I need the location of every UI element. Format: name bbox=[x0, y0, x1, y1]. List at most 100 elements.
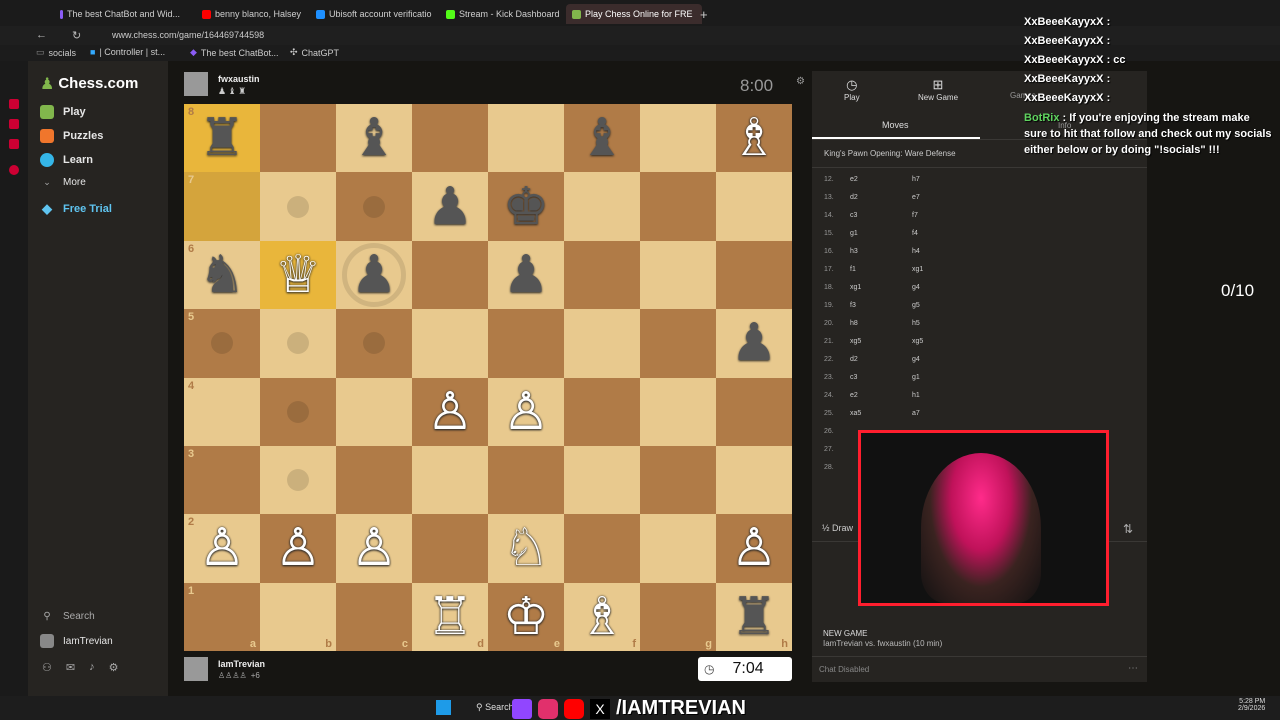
board-square[interactable]: 3 bbox=[184, 445, 260, 515]
browser-tab[interactable]: The best ChatBot and Wid... bbox=[54, 4, 186, 24]
white-move[interactable]: f1 bbox=[850, 266, 912, 273]
messages-icon[interactable]: ✉ bbox=[66, 661, 75, 674]
white-move[interactable]: f3 bbox=[850, 302, 912, 309]
sidebar-app-icon[interactable] bbox=[9, 139, 19, 149]
white-piece[interactable]: ♔ bbox=[503, 591, 550, 643]
board-square[interactable] bbox=[260, 377, 336, 446]
sidebar-app-icon[interactable] bbox=[9, 99, 19, 109]
black-move[interactable]: g4 bbox=[912, 356, 974, 363]
board-square[interactable]: e ♔ bbox=[488, 582, 564, 651]
white-piece[interactable]: ♙ bbox=[275, 522, 322, 574]
board-square[interactable] bbox=[564, 309, 640, 378]
board-square[interactable]: b bbox=[260, 582, 336, 651]
white-piece[interactable]: ♙ bbox=[503, 386, 550, 438]
sidebar-item-puzzles[interactable]: Puzzles bbox=[40, 129, 103, 143]
board-square[interactable] bbox=[640, 445, 716, 515]
white-move[interactable]: h3 bbox=[850, 248, 912, 255]
opening-name[interactable]: King's Pawn Opening: Ware Defense bbox=[824, 149, 956, 158]
board-square[interactable] bbox=[412, 514, 488, 583]
black-move[interactable]: g5 bbox=[912, 302, 974, 309]
player-name[interactable]: IamTrevian bbox=[218, 659, 265, 669]
white-piece[interactable]: ♙ bbox=[731, 522, 778, 574]
chess-board[interactable]: 8 ♜ ♝ ♝ ♗ 7 ♟ ♚ 6 ♞ ♕ ♟ ♟ 5 ♟ 4 ♙ ♙ 3 2 ♙ ♙ ♙ ♘ ♙ 1 a b c d ♖ e ♔ f ♗ g h ♜ bbox=[184, 104, 792, 651]
board-square[interactable] bbox=[412, 104, 488, 173]
board-square[interactable]: ♟ bbox=[716, 309, 792, 378]
board-square[interactable]: ♟ bbox=[336, 240, 412, 310]
board-square[interactable]: 7 bbox=[184, 172, 260, 241]
board-square[interactable] bbox=[640, 104, 716, 173]
board-square[interactable]: 5 bbox=[184, 309, 260, 378]
board-square[interactable]: 1a bbox=[184, 582, 260, 651]
board-square[interactable] bbox=[412, 445, 488, 515]
board-square[interactable]: ♙ bbox=[412, 377, 488, 446]
tab-new-game[interactable]: ⊞ New Game bbox=[918, 77, 958, 102]
board-square[interactable] bbox=[488, 445, 564, 515]
black-piece[interactable]: ♚ bbox=[503, 181, 550, 233]
reload-icon[interactable]: ↻ bbox=[72, 29, 81, 42]
tab-play[interactable]: ◷ Play bbox=[844, 77, 860, 102]
black-piece[interactable]: ♟ bbox=[427, 181, 474, 233]
board-square[interactable]: 8 ♜ bbox=[184, 104, 260, 173]
white-move[interactable]: c3 bbox=[850, 374, 912, 381]
white-piece[interactable]: ♕ bbox=[275, 249, 322, 301]
bookmark[interactable]: ◆ The best ChatBot... bbox=[190, 47, 278, 58]
board-square[interactable] bbox=[336, 309, 412, 378]
flip-board-icon[interactable]: ⇅ bbox=[1123, 522, 1133, 536]
sidebar-item-learn[interactable]: Learn bbox=[40, 153, 93, 167]
board-square[interactable] bbox=[640, 309, 716, 378]
board-square[interactable]: ♙ bbox=[488, 377, 564, 446]
board-square[interactable] bbox=[716, 240, 792, 310]
board-square[interactable] bbox=[336, 445, 412, 515]
board-square[interactable] bbox=[640, 172, 716, 241]
board-square[interactable] bbox=[260, 172, 336, 241]
board-square[interactable] bbox=[640, 514, 716, 583]
url-field[interactable]: www.chess.com/game/164469744598 bbox=[112, 30, 264, 40]
white-piece[interactable]: ♗ bbox=[731, 112, 778, 164]
board-square[interactable] bbox=[564, 172, 640, 241]
white-move[interactable]: xg1 bbox=[850, 284, 912, 291]
board-square[interactable] bbox=[716, 377, 792, 446]
new-tab-button[interactable]: + bbox=[694, 4, 720, 24]
board-square[interactable]: ♕ bbox=[260, 240, 336, 310]
black-move[interactable]: xg1 bbox=[912, 266, 974, 273]
sidebar-item-more[interactable]: ⌄ More bbox=[40, 177, 86, 188]
black-move[interactable]: h5 bbox=[912, 320, 974, 327]
board-square[interactable]: ♟ bbox=[488, 240, 564, 310]
browser-tab[interactable]: benny blanco, Halsey bbox=[196, 4, 318, 24]
white-move[interactable]: e2 bbox=[850, 392, 912, 399]
white-piece[interactable]: ♗ bbox=[579, 591, 626, 643]
board-square[interactable]: 2 ♙ bbox=[184, 514, 260, 583]
browser-tab[interactable]: Ubisoft account verificatio bbox=[310, 4, 442, 24]
black-piece[interactable]: ♟ bbox=[731, 317, 778, 369]
sidebar-user[interactable]: IamTrevian bbox=[40, 634, 113, 648]
board-square[interactable]: ♚ bbox=[488, 172, 564, 241]
board-square[interactable]: ♗ bbox=[716, 104, 792, 173]
white-move[interactable]: h8 bbox=[850, 320, 912, 327]
board-square[interactable] bbox=[488, 104, 564, 173]
browser-tab-active[interactable]: Play Chess Online for FRE bbox=[566, 4, 702, 24]
board-square[interactable] bbox=[716, 172, 792, 241]
black-move[interactable]: g4 bbox=[912, 284, 974, 291]
bookmark[interactable]: ▭ socials bbox=[36, 47, 76, 58]
board-square[interactable]: f ♗ bbox=[564, 582, 640, 651]
black-move[interactable]: h4 bbox=[912, 248, 974, 255]
white-move[interactable]: d2 bbox=[850, 194, 912, 201]
black-move[interactable]: a7 bbox=[912, 410, 974, 417]
more-options-icon[interactable]: ⋯ bbox=[1128, 663, 1138, 674]
black-move[interactable]: g1 bbox=[912, 374, 974, 381]
black-piece[interactable]: ♜ bbox=[199, 112, 246, 164]
moves-tab[interactable]: Moves bbox=[882, 120, 909, 130]
board-square[interactable] bbox=[260, 104, 336, 173]
board-square[interactable]: ♝ bbox=[336, 104, 412, 173]
board-square[interactable]: g bbox=[640, 582, 716, 651]
windows-start-icon[interactable] bbox=[436, 700, 451, 715]
settings-gear-icon[interactable]: ⚙ bbox=[796, 76, 805, 87]
board-square[interactable] bbox=[412, 309, 488, 378]
white-piece[interactable]: ♙ bbox=[199, 522, 246, 574]
bookmark[interactable]: ✣ ChatGPT bbox=[290, 47, 339, 58]
bookmark[interactable]: ■ | Controller | st... bbox=[90, 47, 165, 57]
friends-icon[interactable]: ⚇ bbox=[42, 661, 52, 674]
board-square[interactable] bbox=[412, 240, 488, 310]
black-piece[interactable]: ♟ bbox=[503, 249, 550, 301]
white-piece[interactable]: ♙ bbox=[427, 386, 474, 438]
